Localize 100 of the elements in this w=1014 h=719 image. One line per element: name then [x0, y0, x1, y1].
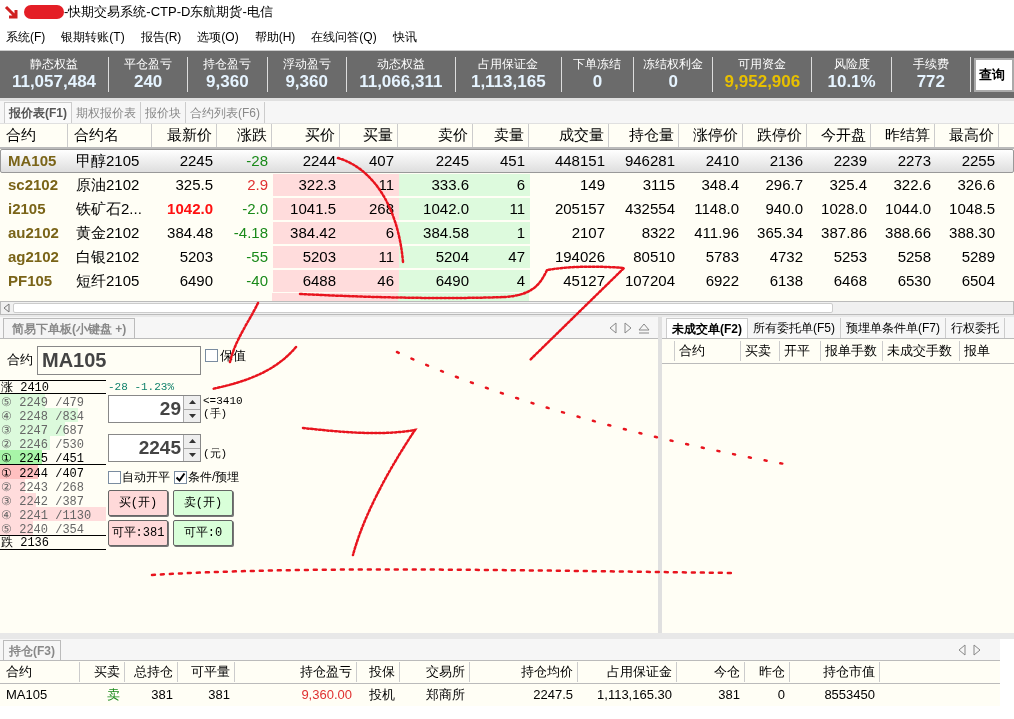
- stat-label: 手续费: [912, 57, 949, 72]
- checkbox[interactable]: [108, 470, 121, 484]
- tab[interactable]: 期权报价表: [72, 102, 141, 123]
- menu-item[interactable]: 报告(R): [140, 28, 182, 46]
- table-cell-text: MA105: [7, 150, 58, 171]
- table-cell-text: 325.4: [828, 174, 868, 195]
- column-header[interactable]: 合约名: [68, 124, 152, 147]
- column-header[interactable]: 合约: [0, 124, 68, 147]
- column-header[interactable]: 卖量: [473, 124, 529, 147]
- column-header[interactable]: 投保: [357, 662, 400, 682]
- selected-row[interactable]: MA105 甲醇2105 2245 -28 2244 407 2245 451 448151 946281 2410 2136 2239 2273 2255: [0, 149, 1014, 173]
- menu-item[interactable]: 系统(F): [6, 28, 46, 46]
- column-header[interactable]: 涨停价: [679, 124, 743, 147]
- tab[interactable]: 未成交单(F2): [666, 318, 748, 338]
- column-header[interactable]: 持仓市值: [790, 662, 880, 682]
- query-button[interactable]: 查询: [974, 57, 1014, 92]
- app-icon: [4, 5, 18, 19]
- column-header[interactable]: 持仓量: [609, 124, 679, 147]
- checkbox[interactable]: [174, 470, 187, 484]
- maximize-icon[interactable]: [638, 322, 650, 334]
- horizontal-scrollbar[interactable]: [0, 301, 1014, 315]
- table-cell-text: 2255: [960, 150, 996, 171]
- column-header[interactable]: 未成交手数: [882, 341, 959, 361]
- column-header[interactable]: 买价: [272, 124, 340, 147]
- column-header[interactable]: 持仓均价: [470, 662, 578, 682]
- order-button[interactable]: 可平:381: [108, 520, 168, 546]
- bid-quote: ② 2243 /268: [0, 481, 84, 495]
- ask-level[interactable]: ① 2245 /451: [0, 450, 106, 464]
- column-header[interactable]: 最高价: [935, 124, 999, 147]
- table-cell-text: 5289: [960, 246, 996, 267]
- ask-level[interactable]: ⑤ 2249 /479: [0, 394, 106, 408]
- table-cell-text: 1148.0: [693, 198, 740, 219]
- column-header[interactable]: 交易所: [400, 662, 470, 682]
- spin-buttons[interactable]: [183, 396, 200, 422]
- column-header[interactable]: 卖价: [398, 124, 473, 147]
- column-header[interactable]: 开平: [778, 341, 820, 361]
- ask-level[interactable]: ③ 2247 /687: [0, 422, 106, 436]
- table-cell-text: 1028.0: [820, 198, 868, 219]
- table-cell-text: 365.34: [756, 222, 804, 243]
- column-header[interactable]: 买卖: [80, 662, 125, 682]
- menu-item[interactable]: 选项(O): [197, 28, 239, 46]
- price-change: -28 -1.23%: [108, 380, 175, 394]
- column-header[interactable]: 占用保证金: [578, 662, 677, 682]
- table-cell-text: -2.0: [241, 198, 269, 219]
- bid-level[interactable]: ④ 2241 /1130: [0, 507, 106, 521]
- table-cell-text: 387.86: [820, 222, 868, 243]
- column-header[interactable]: 涨跌: [217, 124, 272, 147]
- tab[interactable]: 预埋单条件单(F7): [841, 318, 946, 338]
- menu-item[interactable]: 帮助(H): [254, 28, 296, 46]
- column-header[interactable]: 跌停价: [743, 124, 807, 147]
- tab[interactable]: 行权委托: [946, 318, 1005, 338]
- column-header[interactable]: 可平量: [178, 662, 235, 682]
- column-header[interactable]: 合约: [674, 341, 740, 361]
- price-field[interactable]: 2245: [108, 434, 201, 462]
- table-cell-text: 388.30: [948, 222, 996, 243]
- column-header[interactable]: 今开盘: [807, 124, 871, 147]
- previous-icon[interactable]: [608, 322, 620, 334]
- table-cell: 6490: [399, 270, 474, 292]
- scroll-left-icon[interactable]: [1, 302, 13, 314]
- ask-level[interactable]: ④ 2248 /834: [0, 408, 106, 422]
- column-header[interactable]: 合约: [0, 662, 80, 682]
- column-header[interactable]: 成交量: [529, 124, 609, 147]
- order-button[interactable]: 可平:0: [173, 520, 233, 546]
- column-header[interactable]: 报单: [959, 341, 1014, 361]
- checkbox[interactable]: [205, 349, 218, 363]
- stat-value: 11,066,311: [359, 72, 443, 92]
- previous-icon[interactable]: [957, 644, 969, 656]
- bid-level[interactable]: ① 2244 /407: [0, 465, 106, 479]
- spin-buttons[interactable]: [183, 435, 200, 461]
- menu-item[interactable]: 银期转账(T): [61, 28, 125, 46]
- menu-item[interactable]: 快讯: [392, 28, 417, 46]
- column-header[interactable]: 买量: [340, 124, 398, 147]
- column-header[interactable]: 总持仓: [125, 662, 178, 682]
- tab[interactable]: 所有委托单(F5): [748, 318, 841, 338]
- column-header[interactable]: 买卖: [739, 341, 779, 361]
- tab[interactable]: 报价块: [141, 102, 186, 123]
- table-cell-text: 432554: [623, 198, 676, 219]
- ask-level[interactable]: ② 2246 /530: [0, 436, 106, 450]
- column-header[interactable]: 最新价: [152, 124, 217, 147]
- menu-item[interactable]: 在线问答(Q): [311, 28, 377, 46]
- order-button[interactable]: 卖(开): [173, 490, 233, 516]
- window-title: -快期交易系统-CTP-D东航期货-电信: [64, 3, 273, 22]
- bid-level[interactable]: ② 2243 /268: [0, 479, 106, 493]
- table-cell-text: 194026: [553, 246, 606, 267]
- order-button[interactable]: 买(开): [108, 490, 168, 516]
- column-header[interactable]: 报单手数: [819, 341, 883, 361]
- stat-value: 10.1%: [827, 72, 876, 92]
- contract-field[interactable]: MA105: [37, 345, 201, 375]
- quantity-field[interactable]: 29: [108, 395, 201, 423]
- table-cell-text: 80510: [632, 246, 676, 267]
- column-header[interactable]: 持仓盈亏: [235, 662, 357, 682]
- column-header[interactable]: 今仓: [677, 662, 745, 682]
- table-cell-text: -40: [245, 270, 269, 291]
- bid-level[interactable]: ③ 2242 /387: [0, 493, 106, 507]
- stat-value: 1,113,165: [470, 72, 546, 92]
- column-header[interactable]: 昨结算: [871, 124, 935, 147]
- stat-value: 772: [916, 72, 946, 92]
- column-header[interactable]: 昨仓: [745, 662, 790, 682]
- bid-level[interactable]: ⑤ 2240 /354: [0, 521, 106, 535]
- tab[interactable]: 报价表(F1): [4, 102, 72, 123]
